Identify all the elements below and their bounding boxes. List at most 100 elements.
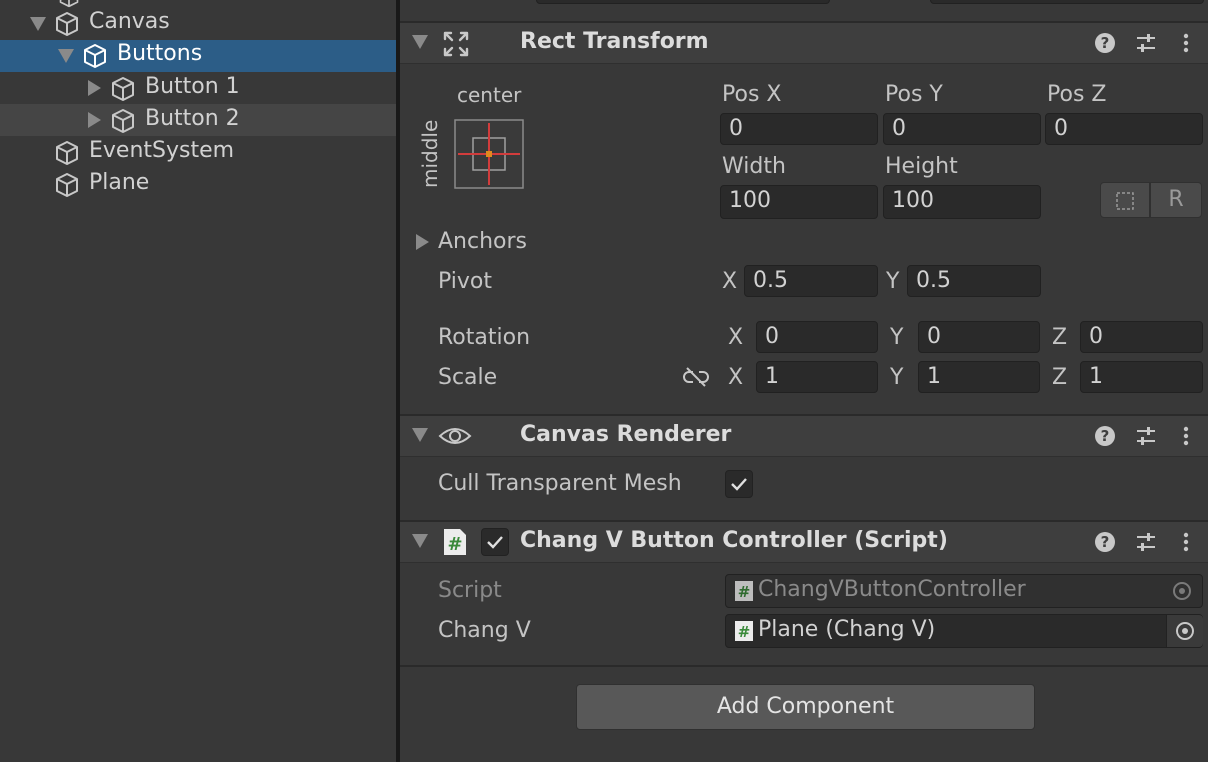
script-icon: #: [735, 581, 753, 601]
anchor-preset-top-label: center: [457, 83, 522, 107]
svg-text:#: #: [738, 623, 751, 641]
cube-icon: [112, 77, 134, 101]
script-icon: #: [735, 621, 753, 641]
scale-z-field[interactable]: 1: [1080, 361, 1203, 393]
changv-object-field[interactable]: Plane (Chang V): [725, 614, 1203, 648]
eye-icon: [438, 428, 472, 444]
component-enabled-checkbox[interactable]: [481, 528, 509, 556]
pivot-y-field[interactable]: 0.5: [907, 265, 1041, 297]
pos-z-field[interactable]: 0: [1045, 113, 1203, 145]
blueprint-icon: [1116, 192, 1134, 210]
object-picker-icon: [1176, 622, 1194, 640]
hierarchy-panel: Canvas Buttons Button 1 Button 2 EventSy…: [0, 0, 396, 762]
hierarchy-item-plane[interactable]: Plane: [0, 168, 396, 200]
expand-arrow-icon[interactable]: [58, 49, 74, 63]
script-component-header[interactable]: # Chang V Button Controller (Script) ?: [400, 520, 1208, 563]
svg-text:#: #: [738, 583, 751, 601]
object-picker-button[interactable]: [1166, 615, 1203, 647]
anchors-label[interactable]: Anchors: [438, 229, 527, 254]
changv-label: Chang V: [438, 618, 531, 643]
menu-icon[interactable]: [1175, 32, 1197, 54]
anchors-foldout-icon[interactable]: [416, 234, 429, 250]
cube-icon: [56, 141, 78, 165]
preset-icon[interactable]: [1135, 32, 1157, 54]
add-component-button[interactable]: Add Component: [576, 684, 1035, 730]
help-icon[interactable]: ?: [1094, 425, 1116, 447]
scale-x-field[interactable]: 1: [756, 361, 878, 393]
anchor-preset-side-label: middle: [418, 119, 442, 188]
help-icon[interactable]: ?: [1094, 531, 1116, 553]
component-title: Rect Transform: [520, 29, 709, 54]
anchor-presets-button[interactable]: [454, 119, 524, 189]
rotation-label: Rotation: [438, 325, 531, 350]
pos-z-label: Pos Z: [1047, 82, 1107, 107]
cube-icon: [56, 173, 78, 197]
pos-y-field[interactable]: 0: [883, 113, 1041, 145]
width-label: Width: [722, 154, 786, 179]
rotation-y-field[interactable]: 0: [918, 321, 1040, 353]
hierarchy-item-button-2[interactable]: Button 2: [0, 104, 396, 136]
pos-x-label: Pos X: [722, 82, 782, 107]
scale-label: Scale: [438, 365, 498, 390]
inspector-panel: Rect Transform ? center middle Pos X Pos…: [400, 0, 1208, 762]
hierarchy-item-eventsystem[interactable]: EventSystem: [0, 136, 396, 168]
fold-arrow-icon[interactable]: [412, 534, 428, 548]
hierarchy-item-canvas[interactable]: Canvas: [0, 7, 396, 39]
pivot-label: Pivot: [438, 269, 493, 294]
checkmark-icon: [731, 478, 747, 491]
partial-field[interactable]: [930, 0, 1204, 4]
cube-icon: [84, 44, 106, 68]
script-icon: #: [444, 529, 466, 555]
expand-arrow-icon[interactable]: [30, 17, 46, 31]
cull-transparent-mesh-label: Cull Transparent Mesh: [438, 471, 682, 496]
preset-icon[interactable]: [1135, 425, 1157, 447]
fold-arrow-icon[interactable]: [412, 428, 428, 442]
hierarchy-item-buttons[interactable]: Buttons: [0, 40, 396, 72]
script-value: ChangVButtonController: [758, 577, 1026, 602]
component-title: Chang V Button Controller (Script): [520, 528, 948, 553]
raw-edit-button[interactable]: R: [1150, 182, 1202, 218]
unlink-icon[interactable]: [682, 366, 710, 388]
rotation-z-field[interactable]: 0: [1080, 321, 1203, 353]
rotation-x-field[interactable]: 0: [756, 321, 878, 353]
width-field[interactable]: 100: [720, 185, 878, 219]
changv-value: Plane (Chang V): [758, 617, 936, 642]
pos-x-field[interactable]: 0: [720, 113, 878, 145]
fold-arrow-icon[interactable]: [412, 35, 428, 49]
cube-icon: [56, 12, 78, 36]
height-label: Height: [885, 154, 958, 179]
canvas-renderer-header[interactable]: Canvas Renderer ?: [400, 414, 1208, 457]
rotation-y-label: Y: [890, 325, 904, 350]
blueprint-mode-button[interactable]: [1100, 182, 1150, 218]
script-object-field: ChangVButtonController: [725, 574, 1203, 608]
pivot-x-field[interactable]: 0.5: [744, 265, 878, 297]
rect-transform-header[interactable]: Rect Transform ?: [400, 21, 1208, 64]
hierarchy-item-button-1[interactable]: Button 1: [0, 72, 396, 104]
script-label: Script: [438, 578, 502, 603]
menu-icon[interactable]: [1175, 531, 1197, 553]
help-icon[interactable]: ?: [1094, 32, 1116, 54]
partial-field[interactable]: [536, 0, 830, 4]
svg-text:?: ?: [1101, 533, 1110, 551]
scale-y-label: Y: [890, 365, 904, 390]
scale-z-label: Z: [1052, 365, 1068, 390]
hierarchy-label: Button 1: [145, 74, 240, 99]
height-field[interactable]: 100: [883, 185, 1041, 219]
scale-x-label: X: [728, 365, 744, 390]
menu-icon[interactable]: [1175, 425, 1197, 447]
pivot-x-label: X: [722, 269, 738, 294]
collapse-arrow-icon[interactable]: [88, 112, 101, 128]
cull-transparent-mesh-checkbox[interactable]: [725, 470, 753, 498]
component-title: Canvas Renderer: [520, 422, 732, 447]
hierarchy-label: Canvas: [89, 9, 170, 34]
rotation-x-label: X: [728, 325, 744, 350]
separator: [400, 665, 1208, 667]
object-picker-icon: [1173, 582, 1191, 600]
svg-text:?: ?: [1101, 427, 1110, 445]
collapse-arrow-icon[interactable]: [88, 80, 101, 96]
hierarchy-label: Buttons: [117, 41, 203, 66]
preset-icon[interactable]: [1135, 531, 1157, 553]
scale-y-field[interactable]: 1: [918, 361, 1040, 393]
hierarchy-label: Plane: [89, 170, 150, 195]
hierarchy-label: EventSystem: [89, 138, 235, 163]
